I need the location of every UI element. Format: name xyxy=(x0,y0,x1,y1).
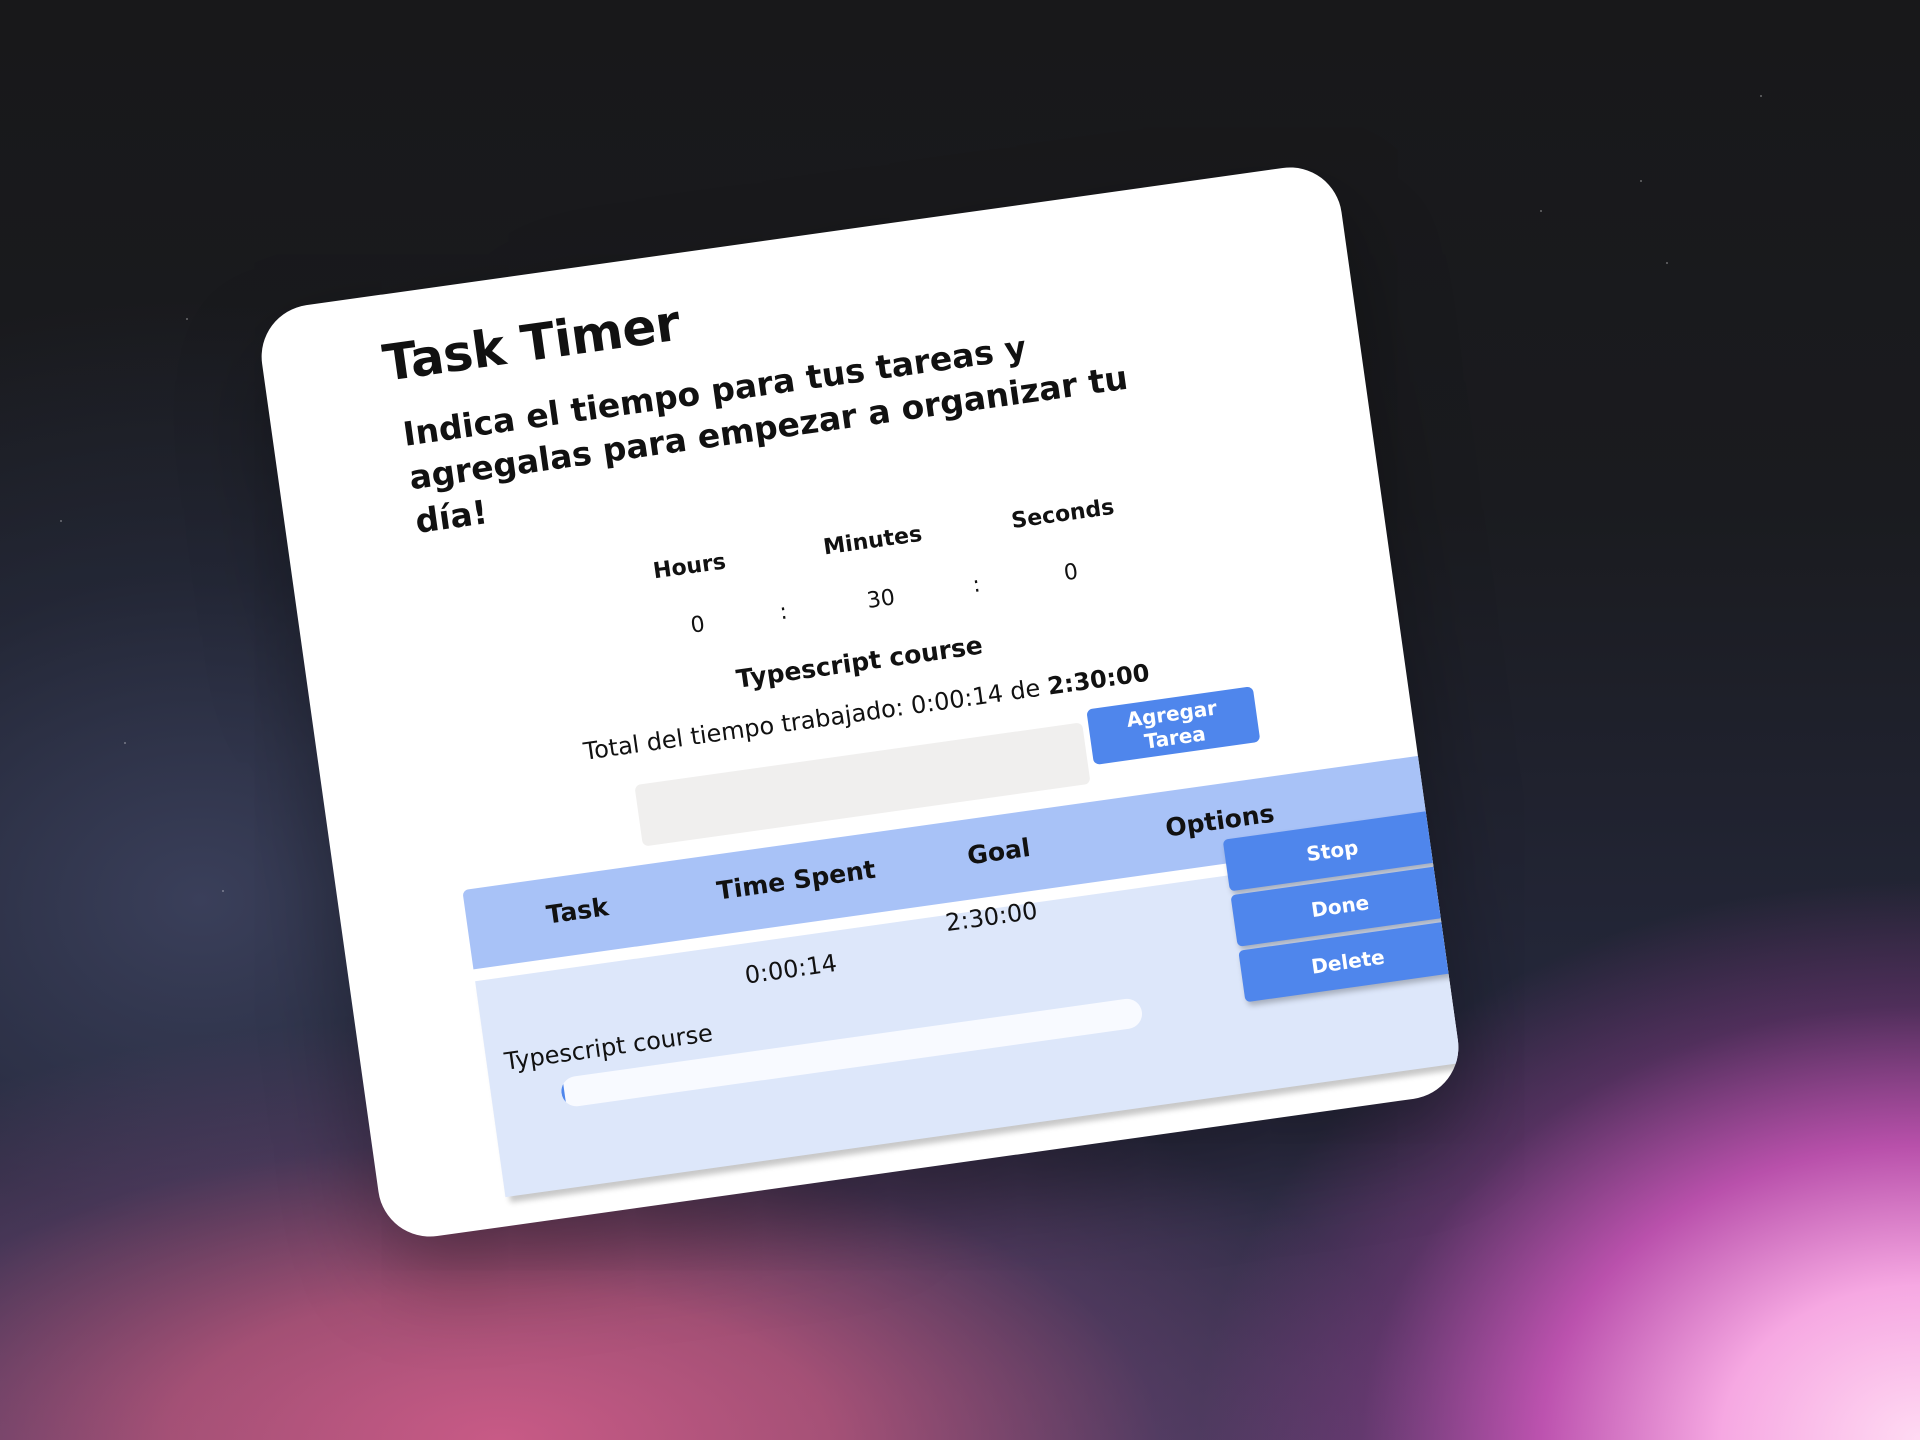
minutes-value[interactable]: 30 xyxy=(810,577,952,621)
minutes-seconds-separator: : xyxy=(971,572,982,599)
seconds-value[interactable]: 0 xyxy=(1000,551,1142,595)
star xyxy=(1540,210,1542,212)
star xyxy=(1666,262,1668,264)
column-header-task: Task xyxy=(544,892,611,930)
hours-minutes-separator: : xyxy=(778,599,789,626)
column-header-goal: Goal xyxy=(965,832,1033,871)
star xyxy=(60,520,62,522)
hours-column: Hours 0 xyxy=(618,545,768,648)
star xyxy=(124,742,126,744)
minutes-label: Minutes xyxy=(821,521,924,561)
row-goal: 2:30:00 xyxy=(943,896,1040,938)
star xyxy=(1640,180,1642,182)
add-task-button[interactable]: Agregar Tarea xyxy=(1086,686,1261,766)
row-time-spent: 0:00:14 xyxy=(743,948,839,990)
task-timer-card: Task Timer Indica el tiempo para tus tar… xyxy=(254,160,1466,1244)
seconds-label: Seconds xyxy=(1009,494,1116,535)
task-progress-fill xyxy=(559,1078,567,1109)
column-header-time-spent: Time Spent xyxy=(714,854,878,906)
star xyxy=(186,318,188,320)
minutes-column: Minutes 30 xyxy=(802,519,952,622)
hours-value[interactable]: 0 xyxy=(627,603,769,647)
total-time-goal: 2:30:00 xyxy=(1045,658,1152,701)
card-content: Task Timer Indica el tiempo para tus tar… xyxy=(379,202,1466,1198)
star xyxy=(1760,95,1762,97)
seconds-column: Seconds 0 xyxy=(992,492,1142,595)
star xyxy=(222,890,224,892)
hours-label: Hours xyxy=(651,549,728,585)
